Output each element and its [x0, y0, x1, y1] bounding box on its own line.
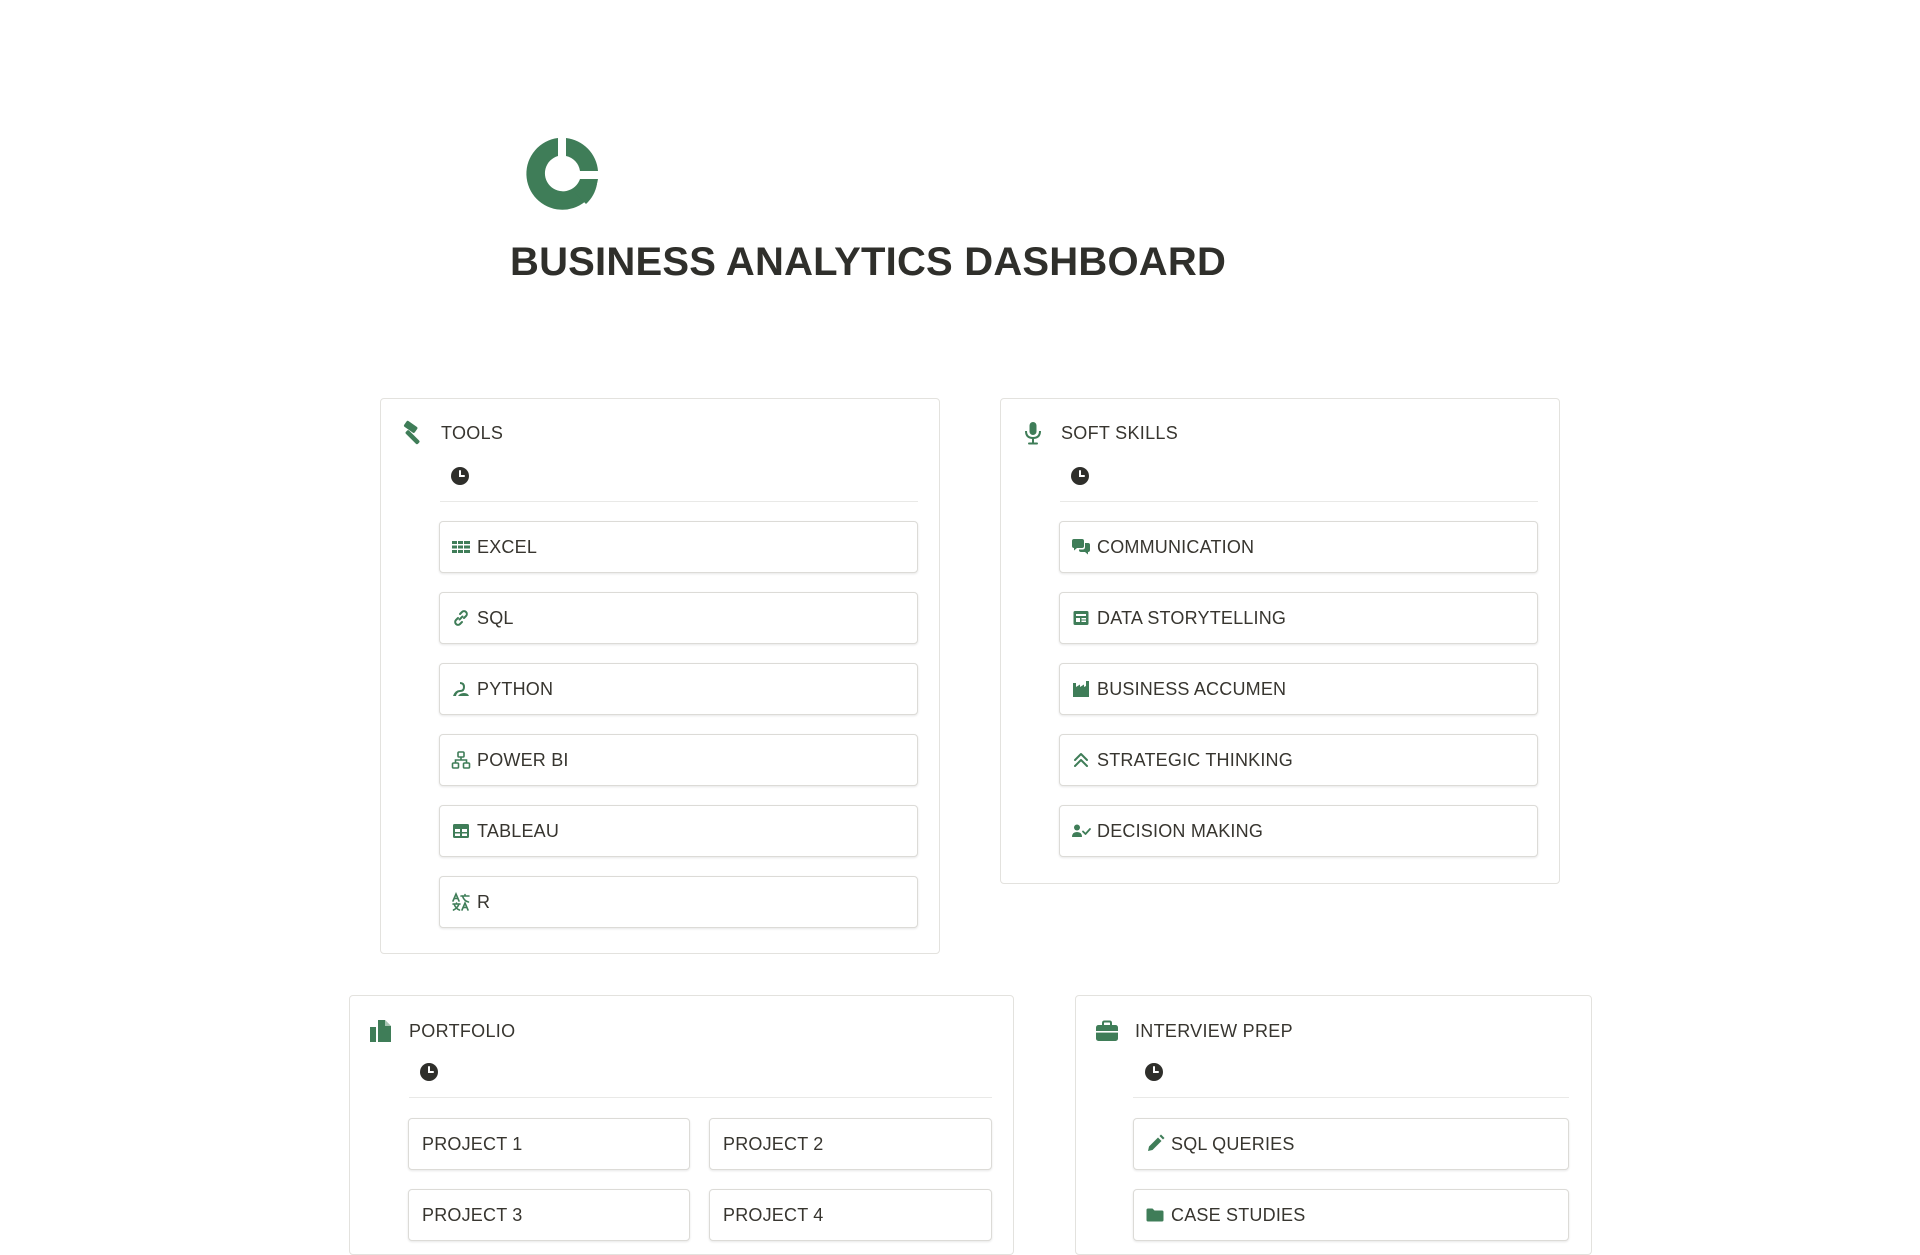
tools-item-label: POWER BI — [477, 749, 569, 770]
interview-prep-card-title: INTERVIEW PREP — [1135, 1020, 1293, 1041]
person-check-icon — [1071, 821, 1091, 841]
portfolio-item-label: PROJECT 1 — [422, 1133, 523, 1154]
soft-skills-item-label: DATA STORYTELLING — [1097, 607, 1287, 628]
portfolio-card-title: PORTFOLIO — [409, 1020, 516, 1041]
soft-skills-item-communication[interactable]: COMMUNICATION — [1059, 521, 1538, 573]
tools-item-label: SQL — [477, 607, 514, 628]
tools-item-python[interactable]: PYTHON — [439, 663, 918, 715]
tools-item-sql[interactable]: SQL — [439, 592, 918, 644]
portfolio-item-label: PROJECT 2 — [723, 1133, 824, 1154]
tools-item-excel[interactable]: EXCEL — [439, 521, 918, 573]
divider — [440, 501, 918, 502]
pie-chart-icon — [520, 132, 604, 216]
double-chevron-up-icon — [1071, 750, 1091, 770]
interview-prep-item-label: SQL QUERIES — [1171, 1133, 1295, 1154]
portfolio-item-project-3[interactable]: PROJECT 3 — [408, 1189, 690, 1241]
interview-prep-item-case-studies[interactable]: CASE STUDIES — [1133, 1189, 1569, 1241]
tools-item-power-bi[interactable]: POWER BI — [439, 734, 918, 786]
clock-icon[interactable] — [1070, 466, 1090, 486]
page-title: BUSINESS ANALYTICS DASHBOARD — [510, 240, 1227, 284]
folder-icon — [1145, 1205, 1165, 1225]
factory-icon — [1071, 679, 1091, 699]
hammer-icon — [400, 420, 426, 446]
briefcase-icon — [1094, 1018, 1120, 1044]
soft-skills-item-decision-making[interactable]: DECISION MAKING — [1059, 805, 1538, 857]
soft-skills-item-data-storytelling[interactable]: DATA STORYTELLING — [1059, 592, 1538, 644]
portfolio-card-header[interactable]: PORTFOLIO — [368, 1018, 515, 1044]
interview-prep-item-sql-queries[interactable]: SQL QUERIES — [1133, 1118, 1569, 1170]
soft-skills-item-label: STRATEGIC THINKING — [1097, 749, 1293, 770]
hierarchy-icon — [451, 750, 471, 770]
newspaper-icon — [1071, 608, 1091, 628]
divider — [1133, 1097, 1569, 1098]
tools-item-label: EXCEL — [477, 536, 538, 557]
tools-item-label: PYTHON — [477, 678, 554, 699]
tools-item-label: TABLEAU — [477, 820, 560, 841]
portfolio-item-label: PROJECT 3 — [422, 1204, 523, 1225]
clock-icon[interactable] — [419, 1062, 439, 1082]
documents-icon — [368, 1018, 394, 1044]
pencil-icon — [1145, 1134, 1165, 1154]
portfolio-item-project-4[interactable]: PROJECT 4 — [709, 1189, 992, 1241]
snake-icon — [451, 679, 471, 699]
soft-skills-card-header[interactable]: SOFT SKILLS — [1020, 420, 1178, 446]
tools-card-header[interactable]: TOOLS — [400, 420, 503, 446]
interview-prep-card-header[interactable]: INTERVIEW PREP — [1094, 1018, 1293, 1044]
translate-icon — [451, 892, 471, 912]
clock-icon[interactable] — [1144, 1062, 1164, 1082]
tools-item-r[interactable]: R — [439, 876, 918, 928]
clock-icon[interactable] — [450, 466, 470, 486]
soft-skills-item-business-accumen[interactable]: BUSINESS ACCUMEN — [1059, 663, 1538, 715]
portfolio-item-project-2[interactable]: PROJECT 2 — [709, 1118, 992, 1170]
soft-skills-item-label: BUSINESS ACCUMEN — [1097, 678, 1287, 699]
tools-item-label: R — [477, 891, 491, 912]
chat-bubbles-icon — [1071, 537, 1091, 557]
table-icon — [451, 821, 471, 841]
grid-table-icon — [451, 537, 471, 557]
soft-skills-item-label: COMMUNICATION — [1097, 536, 1255, 557]
soft-skills-card-title: SOFT SKILLS — [1061, 422, 1179, 443]
link-icon — [451, 608, 471, 628]
microphone-icon — [1020, 420, 1046, 446]
interview-prep-item-label: CASE STUDIES — [1171, 1204, 1306, 1225]
soft-skills-item-label: DECISION MAKING — [1097, 820, 1264, 841]
tools-card-title: TOOLS — [441, 422, 504, 443]
divider — [409, 1097, 992, 1098]
portfolio-item-label: PROJECT 4 — [723, 1204, 824, 1225]
portfolio-item-project-1[interactable]: PROJECT 1 — [408, 1118, 690, 1170]
tools-item-tableau[interactable]: TABLEAU — [439, 805, 918, 857]
soft-skills-item-strategic-thinking[interactable]: STRATEGIC THINKING — [1059, 734, 1538, 786]
divider — [1060, 501, 1538, 502]
